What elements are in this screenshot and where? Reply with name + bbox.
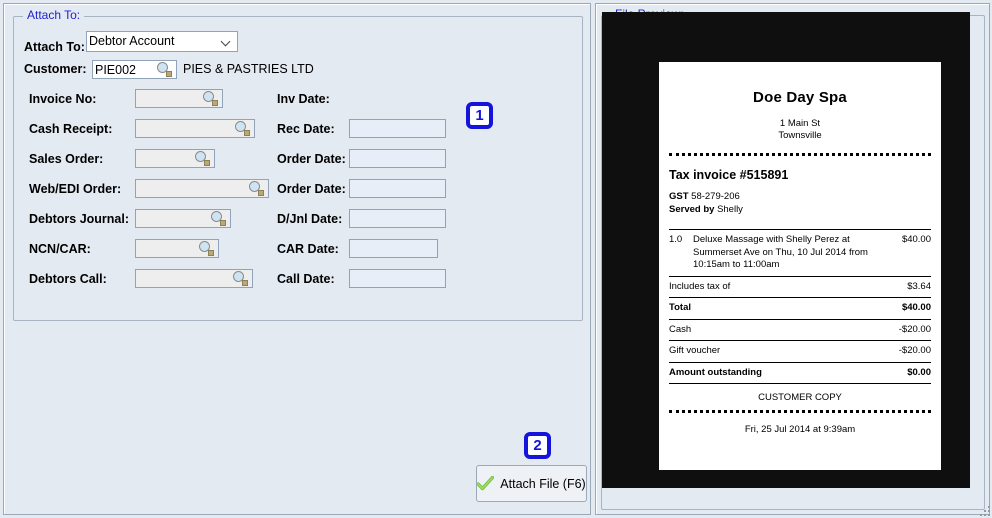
attach-file-button-label: Attach File (F6) bbox=[500, 476, 586, 491]
summary-label: Cash bbox=[669, 323, 692, 335]
debtors-call-label: Debtors Call: bbox=[29, 272, 107, 286]
receipt-gst-line: GST 58-279-206 bbox=[669, 191, 931, 204]
file-preview-panel: File Preview: Doe Day Spa 1 Main St Town… bbox=[595, 3, 990, 515]
receipt-summary-row: Gift voucher -$20.00 bbox=[669, 341, 931, 362]
summary-label: Amount outstanding bbox=[669, 366, 762, 378]
invoice-no-lookup-magnifier-icon[interactable] bbox=[202, 90, 218, 106]
attach-to-label: Attach To: bbox=[24, 40, 85, 54]
chevron-down-icon bbox=[222, 38, 230, 46]
summary-label: Total bbox=[669, 302, 691, 313]
sales-order-date-label: Order Date: bbox=[277, 152, 346, 166]
receipt-copy-notice: CUSTOMER COPY bbox=[758, 392, 842, 403]
rec-date-input[interactable] bbox=[349, 119, 446, 138]
invoice-no-label: Invoice No: bbox=[29, 92, 97, 106]
receipt-divider-dashed-top bbox=[669, 153, 931, 156]
receipt-summary-row: Includes tax of $3.64 bbox=[669, 277, 931, 298]
green-check-icon bbox=[477, 476, 495, 491]
receipt-served-line: Served by Shelly bbox=[669, 204, 931, 217]
summary-amount: $3.64 bbox=[907, 280, 931, 292]
car-date-label: CAR Date: bbox=[277, 242, 339, 256]
receipt-gst-number: 58-279-206 bbox=[691, 191, 740, 202]
call-date-input[interactable] bbox=[349, 269, 446, 288]
line-item-description: Deluxe Massage with Shelly Perez at Summ… bbox=[693, 234, 868, 270]
file-preview-canvas[interactable]: Doe Day Spa 1 Main St Townsville Tax inv… bbox=[602, 12, 970, 488]
web-edi-order-label: Web/EDI Order: bbox=[29, 182, 122, 196]
debtors-journal-label: Debtors Journal: bbox=[29, 212, 130, 226]
application-window: Attach To: Attach To: Debtor Account Cus… bbox=[0, 0, 992, 518]
attach-to-select-value: Debtor Account bbox=[89, 34, 175, 48]
sales-order-date-input[interactable] bbox=[349, 149, 446, 168]
web-edi-order-date-label: Order Date: bbox=[277, 182, 346, 196]
debtors-journal-date-input[interactable] bbox=[349, 209, 446, 228]
receipt-footer-date: Fri, 25 Jul 2014 at 9:39am bbox=[744, 424, 856, 435]
summary-label: Gift voucher bbox=[669, 345, 721, 356]
receipt-line-item: 1.0 Deluxe Massage with Shelly Perez at … bbox=[669, 230, 931, 276]
receipt-summary-row: Cash -$20.00 bbox=[669, 320, 931, 341]
step-badge-2: 2 bbox=[524, 432, 551, 459]
car-date-input[interactable] bbox=[349, 239, 438, 258]
customer-name: PIES & PASTRIES LTD bbox=[183, 62, 314, 76]
summary-label: Includes tax of bbox=[669, 280, 731, 292]
line-item-amount: $40.00 bbox=[901, 234, 931, 245]
receipt-summary-row: Total $40.00 bbox=[669, 298, 931, 319]
receipt-business-name: Doe Day Spa bbox=[753, 89, 847, 106]
sales-order-lookup-magnifier-icon[interactable] bbox=[194, 150, 210, 166]
attach-file-button[interactable]: Attach File (F6) bbox=[476, 465, 587, 502]
debtors-journal-lookup-magnifier-icon[interactable] bbox=[210, 210, 226, 226]
customer-lookup-magnifier-icon[interactable] bbox=[156, 61, 172, 77]
receipt-address-line-1: 1 Main St bbox=[779, 118, 821, 129]
debtors-journal-date-label: D/Jnl Date: bbox=[277, 212, 343, 226]
summary-amount: $40.00 bbox=[901, 302, 931, 313]
receipt-document: Doe Day Spa 1 Main St Townsville Tax inv… bbox=[659, 62, 941, 470]
ncn-car-label: NCN/CAR: bbox=[29, 242, 91, 256]
web-edi-order-lookup-magnifier-icon[interactable] bbox=[248, 180, 264, 196]
summary-amount: -$20.00 bbox=[898, 345, 931, 356]
attach-to-group-title: Attach To: bbox=[23, 9, 85, 22]
rec-date-label: Rec Date: bbox=[277, 122, 335, 136]
receipt-invoice-heading: Tax invoice #515891 bbox=[669, 168, 789, 182]
inv-date-label: Inv Date: bbox=[277, 92, 330, 106]
receipt-summary-row: Amount outstanding $0.00 bbox=[669, 363, 931, 384]
summary-amount: $0.00 bbox=[907, 366, 931, 378]
web-edi-order-date-input[interactable] bbox=[349, 179, 446, 198]
receipt-served-by: Shelly bbox=[717, 203, 743, 215]
ncn-car-lookup-magnifier-icon[interactable] bbox=[198, 240, 214, 256]
summary-amount: -$20.00 bbox=[898, 323, 931, 335]
line-item-qty: 1.0 bbox=[669, 234, 683, 245]
attach-to-select[interactable]: Debtor Account bbox=[86, 31, 238, 52]
step-badge-1: 1 bbox=[466, 102, 493, 129]
receipt-gst-label: GST bbox=[669, 191, 689, 202]
cash-receipt-label: Cash Receipt: bbox=[29, 122, 113, 136]
cash-receipt-lookup-magnifier-icon[interactable] bbox=[234, 120, 250, 136]
receipt-served-label: Served by bbox=[669, 203, 715, 215]
debtors-call-lookup-magnifier-icon[interactable] bbox=[232, 270, 248, 286]
call-date-label: Call Date: bbox=[277, 272, 335, 286]
window-resize-grip[interactable] bbox=[978, 504, 990, 516]
customer-label: Customer: bbox=[24, 62, 87, 76]
attach-form-panel: Attach To: Attach To: Debtor Account Cus… bbox=[3, 3, 591, 515]
receipt-address-line-2: Townsville bbox=[778, 130, 822, 141]
sales-order-label: Sales Order: bbox=[29, 152, 104, 166]
